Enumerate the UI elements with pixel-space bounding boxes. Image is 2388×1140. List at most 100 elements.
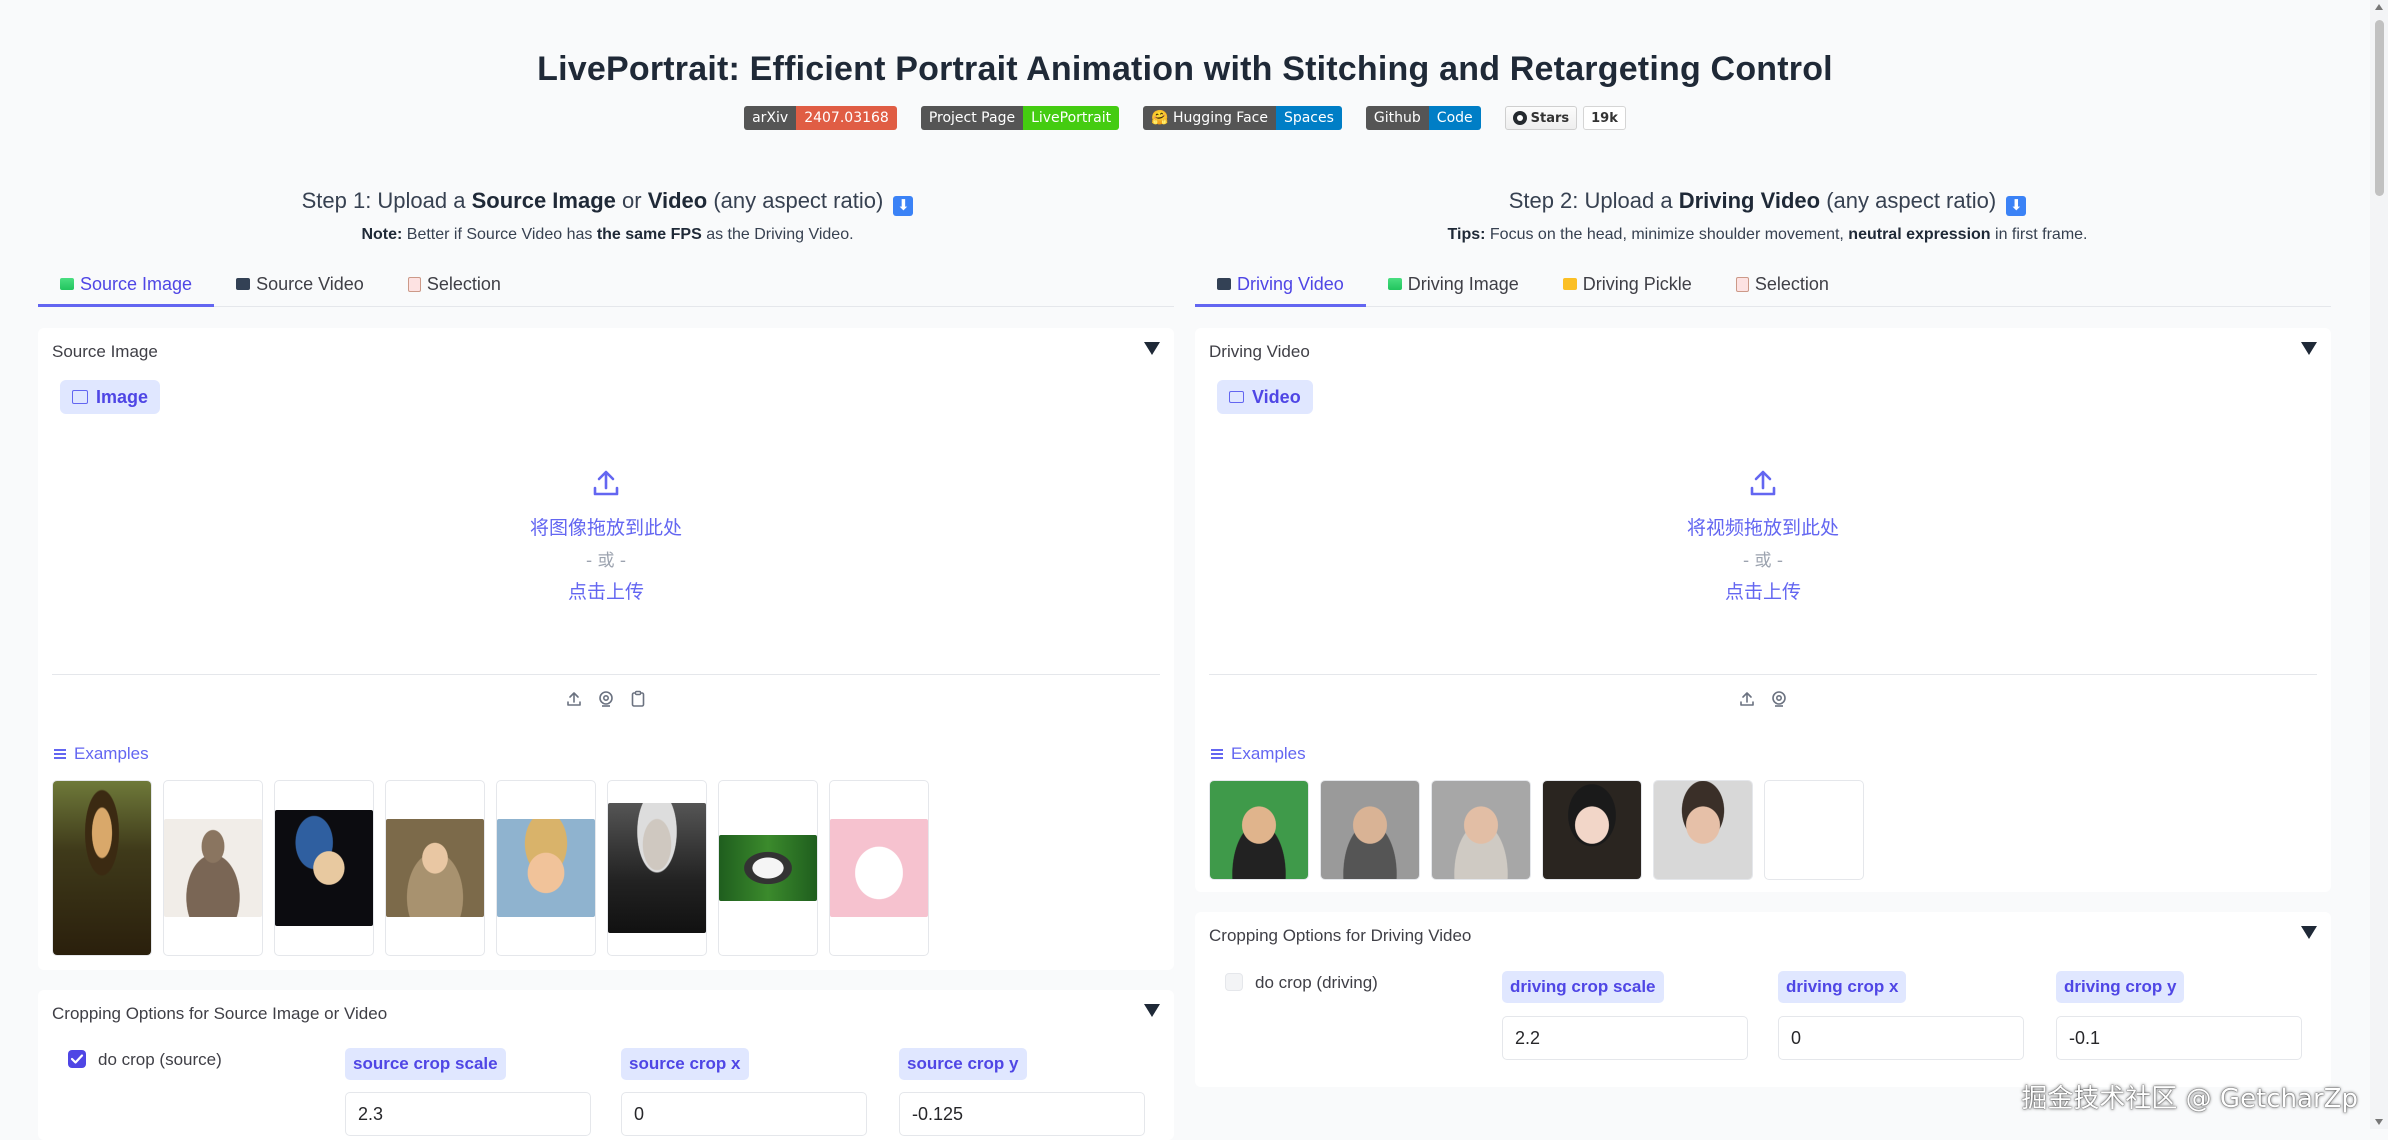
- video-chip: Video: [1217, 380, 1313, 414]
- hugging-face-badge[interactable]: 🤗 Hugging Face Spaces: [1143, 106, 1342, 130]
- clipboard-icon: [1735, 276, 1749, 292]
- watermark: 掘金技术社区 @ GetcharZp: [2021, 1084, 2358, 1114]
- webcam-icon[interactable]: [597, 690, 615, 708]
- tab-source-image[interactable]: Source Image: [38, 268, 215, 307]
- example-thumbnail[interactable]: [1653, 780, 1753, 880]
- webcam-icon[interactable]: [1770, 690, 1788, 708]
- tab-driving-video[interactable]: Driving Video: [1195, 268, 1366, 307]
- driving-crop-scale-label: driving crop scale: [1502, 971, 1664, 1003]
- driving-crop-x-label: driving crop x: [1778, 971, 1907, 1003]
- upload-icon[interactable]: [1738, 690, 1756, 708]
- check-icon: [70, 1054, 84, 1064]
- list-icon: [1211, 749, 1223, 759]
- image-chip: Image: [60, 380, 161, 414]
- down-arrow-icon: ⬇: [2006, 196, 2027, 216]
- example-thumbnail[interactable]: [829, 780, 929, 956]
- divider: [1209, 674, 2317, 675]
- driving-cropping-panel: Cropping Options for Driving Video do cr…: [1195, 912, 2331, 1087]
- example-thumbnail[interactable]: [163, 780, 263, 956]
- example-thumbnail[interactable]: [274, 780, 374, 956]
- page-scrollbar[interactable]: [2370, 0, 2388, 1129]
- scroll-down-icon[interactable]: [2375, 1119, 2383, 1125]
- upload-icon: [593, 470, 619, 496]
- source-tools: [38, 690, 1174, 708]
- upload-icon: [1750, 470, 1776, 496]
- badge-row: arXiv 2407.03168 Project Page LivePortra…: [0, 106, 2370, 130]
- page-title: LivePortrait: Efficient Portrait Animati…: [537, 50, 1833, 88]
- film-icon: [236, 278, 251, 290]
- scroll-up-icon[interactable]: [2375, 4, 2383, 10]
- folder-icon: [1562, 278, 1577, 290]
- example-thumbnail[interactable]: [1542, 780, 1642, 880]
- image-dropzone[interactable]: 将图像拖放到此处 - 或 - 点击上传: [38, 468, 1174, 604]
- clipboard-icon[interactable]: [629, 690, 647, 708]
- github-icon: [1512, 111, 1527, 125]
- driving-crop-x-input[interactable]: 0: [1778, 1016, 2024, 1060]
- collapse-caret-icon[interactable]: [1144, 342, 1160, 355]
- example-thumbnail[interactable]: [52, 780, 152, 956]
- driving-examples: [1209, 780, 1864, 880]
- source-crop-scale-input[interactable]: 2.3: [345, 1092, 591, 1136]
- down-arrow-icon: ⬇: [893, 196, 914, 216]
- do-crop-source-label: do crop (source): [98, 1050, 222, 1069]
- upload-icon[interactable]: [565, 690, 583, 708]
- divider: [52, 674, 1160, 675]
- clipboard-icon: [407, 276, 421, 292]
- example-thumbnail[interactable]: [1320, 780, 1420, 880]
- project-page-badge[interactable]: Project Page LivePortrait: [920, 106, 1120, 130]
- source-crop-y-input[interactable]: -0.125: [899, 1092, 1145, 1136]
- image-icon: [72, 390, 88, 404]
- examples-label: Examples: [1211, 744, 1306, 764]
- arxiv-badge[interactable]: arXiv 2407.03168: [744, 106, 897, 130]
- source-image-panel: Source Image Image 将图像拖放到此处 - 或 - 点击上传 E…: [38, 328, 1174, 970]
- collapse-caret-icon[interactable]: [1144, 1004, 1160, 1017]
- example-thumbnail[interactable]: [496, 780, 596, 956]
- driving-tabs: Driving Video Driving Image Driving Pick…: [1195, 268, 2331, 307]
- film-icon: [1217, 278, 1231, 290]
- driving-video-label: Driving Video: [1209, 342, 1310, 361]
- driving-tools: [1195, 690, 2331, 708]
- collapse-caret-icon[interactable]: [2301, 926, 2317, 939]
- image-icon: [1387, 278, 1402, 290]
- scrollbar-thumb[interactable]: [2375, 20, 2384, 196]
- source-tabs: Source Image Source Video Selection: [38, 268, 1174, 307]
- step1-heading: Step 1: Upload a Source Image or Video (…: [40, 188, 1175, 244]
- tab-driving-image[interactable]: Driving Image: [1366, 268, 1541, 304]
- tab-driving-selection[interactable]: Selection: [1714, 268, 1851, 304]
- do-crop-driving-checkbox[interactable]: [1225, 973, 1243, 991]
- video-icon: [1229, 391, 1244, 403]
- example-thumbnail[interactable]: [718, 780, 818, 956]
- tab-source-selection[interactable]: Selection: [386, 268, 523, 304]
- example-thumbnail[interactable]: [1209, 780, 1309, 880]
- collapse-caret-icon[interactable]: [2301, 342, 2317, 355]
- tab-source-video[interactable]: Source Video: [214, 268, 386, 304]
- step2-heading: Step 2: Upload a Driving Video (any aspe…: [1195, 188, 2340, 244]
- examples-label: Examples: [54, 744, 149, 764]
- source-cropping-panel: Cropping Options for Source Image or Vid…: [38, 990, 1174, 1140]
- step1-note: Note: Better if Source Video has the sam…: [361, 226, 854, 243]
- example-thumbnail[interactable]: [385, 780, 485, 956]
- source-examples: [52, 780, 929, 956]
- driving-crop-y-input[interactable]: -0.1: [2056, 1016, 2302, 1060]
- video-dropzone[interactable]: 将视频拖放到此处 - 或 - 点击上传: [1195, 468, 2331, 604]
- do-crop-source-checkbox[interactable]: [68, 1050, 86, 1068]
- example-thumbnail[interactable]: [1431, 780, 1531, 880]
- source-cropping-title: Cropping Options for Source Image or Vid…: [52, 1004, 388, 1023]
- list-icon: [54, 749, 66, 759]
- driving-crop-scale-input[interactable]: 2.2: [1502, 1016, 1748, 1060]
- example-thumbnail-empty[interactable]: [1764, 780, 1864, 880]
- example-thumbnail[interactable]: [607, 780, 707, 956]
- source-crop-x-label: source crop x: [621, 1048, 749, 1080]
- source-crop-y-label: source crop y: [899, 1048, 1027, 1080]
- source-image-label: Source Image: [52, 342, 158, 361]
- driving-cropping-title: Cropping Options for Driving Video: [1209, 926, 1472, 945]
- stars-count: 19k: [1583, 106, 1626, 130]
- source-crop-x-input[interactable]: 0: [621, 1092, 867, 1136]
- source-crop-scale-label: source crop scale: [345, 1048, 506, 1080]
- driving-video-panel: Driving Video Video 将视频拖放到此处 - 或 - 点击上传 …: [1195, 328, 2331, 892]
- image-icon: [60, 278, 74, 290]
- github-stars-badge[interactable]: Stars 19k: [1504, 106, 1626, 130]
- tab-driving-pickle[interactable]: Driving Pickle: [1541, 268, 1714, 304]
- github-badge[interactable]: Github Code: [1365, 106, 1481, 130]
- step2-tips: Tips: Focus on the head, minimize should…: [1447, 226, 2088, 243]
